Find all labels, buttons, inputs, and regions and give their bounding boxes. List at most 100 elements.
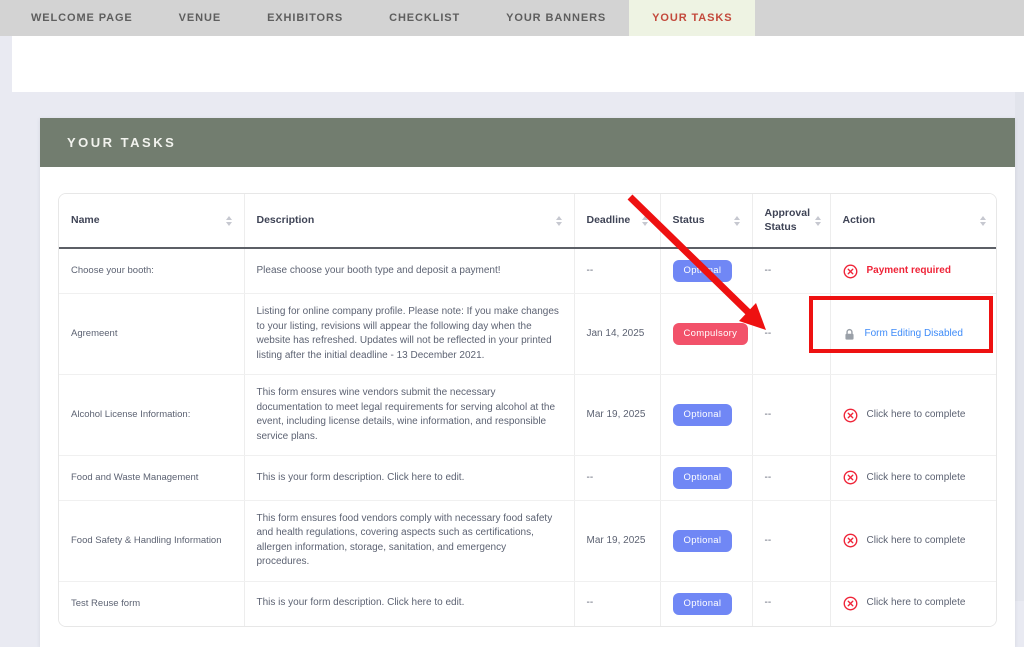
task-description-cell: Please choose your booth type and deposi… — [244, 248, 574, 293]
column-label: Approval Status — [765, 207, 811, 234]
tab-label: CHECKLIST — [389, 12, 460, 24]
sort-icon[interactable] — [556, 216, 562, 226]
right-edge-strip — [1015, 92, 1024, 601]
column-label: Name — [71, 214, 100, 228]
task-name-cell: Food Safety & Handling Information — [59, 500, 244, 581]
action-cell-content[interactable]: Click here to complete — [843, 408, 987, 423]
action-cell-content[interactable]: Click here to complete — [843, 470, 987, 485]
tab-label: WELCOME PAGE — [31, 12, 133, 24]
task-action-cell: Click here to complete — [830, 456, 997, 501]
task-status-cell: Optional — [660, 456, 752, 501]
table-column-header[interactable]: Status — [660, 194, 752, 248]
task-deadline-cell: -- — [574, 456, 660, 501]
tab[interactable]: WELCOME PAGE — [8, 0, 156, 36]
tab-label: YOUR BANNERS — [506, 12, 606, 24]
tab[interactable]: YOUR TASKS — [629, 0, 755, 36]
task-description-cell: This is your form description. Click her… — [244, 456, 574, 501]
lock-icon — [843, 328, 856, 341]
tasks-table: Name Description Deadline Status Approva… — [59, 194, 997, 626]
tab[interactable]: EXHIBITORS — [244, 0, 366, 36]
action-label[interactable]: Click here to complete — [867, 596, 966, 611]
action-label[interactable]: Click here to complete — [867, 534, 966, 549]
task-status-cell: Compulsory — [660, 294, 752, 375]
sort-icon[interactable] — [980, 216, 986, 226]
task-description-cell: This form ensures food vendors comply wi… — [244, 500, 574, 581]
task-action-cell: Click here to complete — [830, 500, 997, 581]
task-status-cell: Optional — [660, 375, 752, 456]
tab-label: EXHIBITORS — [267, 12, 343, 24]
table-row: Choose your booth: Please choose your bo… — [59, 248, 997, 293]
sort-icon[interactable] — [815, 216, 821, 226]
table-row: Food Safety & Handling Information This … — [59, 500, 997, 581]
task-deadline-cell: -- — [574, 248, 660, 293]
action-cell-content[interactable]: Click here to complete — [843, 596, 987, 611]
table-column-header[interactable]: Deadline — [574, 194, 660, 248]
task-action-cell: Click here to complete — [830, 581, 997, 625]
task-deadline-cell: Jan 14, 2025 — [574, 294, 660, 375]
circle-x-icon — [843, 470, 858, 485]
table-column-header[interactable]: Name — [59, 194, 244, 248]
status-badge: Compulsory — [673, 323, 749, 345]
task-name-cell: Choose your booth: — [59, 248, 244, 293]
action-cell-content[interactable]: Payment required — [843, 264, 987, 279]
task-status-cell: Optional — [660, 581, 752, 625]
tasks-table-container: Name Description Deadline Status Approva… — [58, 193, 997, 627]
sort-icon[interactable] — [642, 216, 648, 226]
column-label: Description — [257, 214, 315, 228]
top-content-strip — [12, 36, 1024, 92]
task-approval-status-cell: -- — [752, 581, 830, 625]
table-column-header[interactable]: Description — [244, 194, 574, 248]
task-deadline-cell: Mar 19, 2025 — [574, 500, 660, 581]
task-approval-status-cell: -- — [752, 456, 830, 501]
panel-title: YOUR TASKS — [67, 135, 176, 150]
task-action-cell: Click here to complete — [830, 375, 997, 456]
circle-x-icon — [843, 596, 858, 611]
circle-x-icon — [843, 408, 858, 423]
your-tasks-panel: YOUR TASKS Name Description Deadline Sta… — [40, 118, 1015, 647]
column-label: Deadline — [587, 214, 631, 228]
action-cell-content[interactable]: Click here to complete — [843, 533, 987, 548]
action-label[interactable]: Payment required — [867, 264, 951, 279]
status-badge: Optional — [673, 404, 733, 426]
task-description-cell: This is your form description. Click her… — [244, 581, 574, 625]
task-name-cell: Alcohol License Information: — [59, 375, 244, 456]
tab[interactable]: CHECKLIST — [366, 0, 483, 36]
circle-x-icon — [843, 533, 858, 548]
task-approval-status-cell: -- — [752, 500, 830, 581]
column-label: Status — [673, 214, 705, 228]
task-description-cell: Listing for online company profile. Plea… — [244, 294, 574, 375]
tab-label: YOUR TASKS — [652, 12, 732, 24]
tab[interactable]: VENUE — [156, 0, 244, 36]
table-header-row: Name Description Deadline Status Approva… — [59, 194, 997, 248]
table-row: Agremeent Listing for online company pro… — [59, 294, 997, 375]
task-deadline-cell: Mar 19, 2025 — [574, 375, 660, 456]
sort-icon[interactable] — [734, 216, 740, 226]
status-badge: Optional — [673, 530, 733, 552]
table-body: Choose your booth: Please choose your bo… — [59, 248, 997, 625]
table-row: Test Reuse form This is your form descri… — [59, 581, 997, 625]
task-approval-status-cell: -- — [752, 294, 830, 375]
panel-header: YOUR TASKS — [40, 118, 1015, 167]
tab[interactable]: YOUR BANNERS — [483, 0, 629, 36]
table-column-header[interactable]: Approval Status — [752, 194, 830, 248]
column-label: Action — [843, 214, 876, 228]
task-action-cell: Payment required — [830, 248, 997, 293]
tab-bar: WELCOME PAGE VENUE EXHIBITORS CHECKLIST … — [0, 0, 1024, 36]
task-name-cell: Agremeent — [59, 294, 244, 375]
table-row: Food and Waste Management This is your f… — [59, 456, 997, 501]
task-status-cell: Optional — [660, 248, 752, 293]
action-label[interactable]: Click here to complete — [867, 408, 966, 423]
task-approval-status-cell: -- — [752, 248, 830, 293]
task-approval-status-cell: -- — [752, 375, 830, 456]
action-label[interactable]: Click here to complete — [867, 471, 966, 486]
action-cell-content[interactable]: Form Editing Disabled — [843, 327, 987, 342]
task-name-cell: Test Reuse form — [59, 581, 244, 625]
table-column-header[interactable]: Action — [830, 194, 997, 248]
sort-icon[interactable] — [226, 216, 232, 226]
task-description-cell: This form ensures wine vendors submit th… — [244, 375, 574, 456]
task-name-cell: Food and Waste Management — [59, 456, 244, 501]
task-deadline-cell: -- — [574, 581, 660, 625]
status-badge: Optional — [673, 467, 733, 489]
action-label[interactable]: Form Editing Disabled — [865, 327, 963, 342]
status-badge: Optional — [673, 260, 733, 282]
